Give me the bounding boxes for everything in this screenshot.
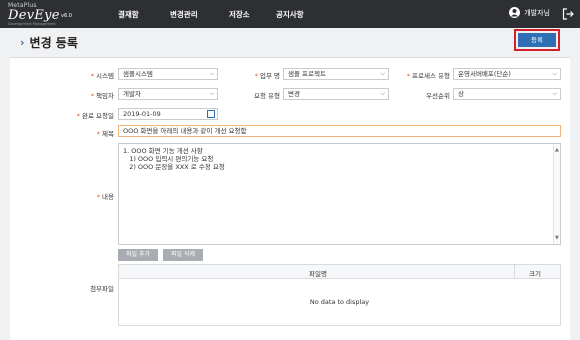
calendar-icon[interactable] bbox=[207, 110, 215, 118]
top-navigation-bar: MetaPlus DevEye v6.0 Development Managem… bbox=[0, 0, 580, 28]
subject-label: * 제목 bbox=[96, 130, 114, 138]
chevron-down-icon: ⌵ bbox=[209, 90, 214, 97]
logout-icon[interactable] bbox=[562, 8, 574, 22]
chevron-down-icon: ⌵ bbox=[552, 70, 557, 77]
content-line: 1. OOO 화면 기능 개선 사항 bbox=[123, 147, 203, 155]
delete-file-button[interactable]: 파일 삭제 bbox=[163, 249, 203, 261]
logo-main-text: DevEye bbox=[8, 8, 60, 23]
textarea-scrollbar[interactable]: ▲ ▼ bbox=[553, 144, 560, 244]
user-name: 개발자님 bbox=[524, 8, 550, 17]
subject-input[interactable]: OOO 화면을 아래의 내용과 같이 개선 요청함 bbox=[118, 125, 561, 137]
system-label: * 시스템 bbox=[90, 72, 114, 80]
content-label: * 내용 bbox=[96, 193, 114, 201]
owner-select[interactable]: 개발자 ⌵ bbox=[118, 88, 218, 100]
page-title: 변경 등록 bbox=[29, 36, 78, 50]
content-textarea[interactable]: 1. OOO 화면 기능 개선 사항 1) OOO 입력시 편의기능 요청 2)… bbox=[118, 143, 561, 245]
process-type-label: * 프로세스 유형 bbox=[406, 72, 450, 80]
empty-state-text: No data to display bbox=[309, 298, 370, 306]
process-type-select[interactable]: 운영서버배포(단순) ⌵ bbox=[453, 68, 561, 80]
nav-change-management[interactable]: 변경관리 bbox=[170, 9, 198, 20]
user-menu[interactable]: 개발자님 bbox=[509, 7, 550, 18]
task-name-select[interactable]: 샘플 프로젝트 ⌵ bbox=[283, 68, 389, 80]
task-name-label: * 업무 명 bbox=[254, 72, 280, 80]
system-select[interactable]: 샘플시스템 ⌵ bbox=[118, 68, 218, 80]
logo-subtitle: Development Management bbox=[8, 22, 56, 26]
user-avatar-icon bbox=[509, 7, 521, 18]
content-line: 1) OOO 입력시 편의기능 요청 bbox=[123, 155, 214, 163]
due-date-label: * 완료 요청일 bbox=[76, 112, 114, 120]
priority-select[interactable]: 상 ⌵ bbox=[453, 88, 561, 100]
chevron-down-icon: ⌵ bbox=[552, 90, 557, 97]
request-type-select[interactable]: 변경 ⌵ bbox=[283, 88, 389, 100]
change-form-panel: * 시스템 샘플시스템 ⌵ * 업무 명 샘플 프로젝트 ⌵ * 프로세스 유형 운영서버… bbox=[10, 57, 570, 340]
chevron-down-icon: ⌵ bbox=[209, 70, 214, 77]
add-file-button[interactable]: 파일 추가 bbox=[118, 249, 158, 261]
nav-approval-box[interactable]: 결재함 bbox=[118, 9, 139, 20]
chevron-down-icon: ⌵ bbox=[380, 70, 385, 77]
deveye-logo[interactable]: MetaPlus DevEye v6.0 Development Managem… bbox=[8, 2, 72, 26]
column-size[interactable]: 크기 bbox=[529, 268, 541, 278]
nav-notices[interactable]: 공지사항 bbox=[276, 9, 304, 20]
content-line: 2) OOO 문장을 XXX 로 수정 요청 bbox=[123, 163, 225, 171]
nav-repository[interactable]: 저장소 bbox=[229, 9, 250, 20]
attachment-grid: 파일명 크기 No data to display bbox=[118, 264, 561, 326]
chevron-right-icon: › bbox=[20, 36, 25, 49]
attachment-grid-header: 파일명 크기 bbox=[119, 265, 560, 279]
chevron-down-icon: ⌵ bbox=[380, 90, 385, 97]
register-button[interactable]: 등록 bbox=[518, 33, 556, 47]
scroll-down-icon[interactable]: ▼ bbox=[555, 234, 559, 242]
priority-label: 우선순위 bbox=[426, 92, 450, 100]
scroll-up-icon[interactable]: ▲ bbox=[555, 146, 559, 154]
logo-version: v6.0 bbox=[61, 13, 72, 19]
request-type-label: 요청 유형 bbox=[254, 92, 280, 100]
owner-label: * 책임자 bbox=[90, 92, 114, 100]
page-header: › 변경 등록 bbox=[20, 34, 78, 51]
attachment-label: 첨부파일 bbox=[90, 285, 114, 293]
register-button-highlight: 등록 bbox=[514, 29, 560, 51]
column-filename[interactable]: 파일명 bbox=[309, 268, 327, 278]
due-date-input[interactable]: 2019-01-09 bbox=[118, 108, 218, 120]
column-divider bbox=[514, 265, 515, 279]
